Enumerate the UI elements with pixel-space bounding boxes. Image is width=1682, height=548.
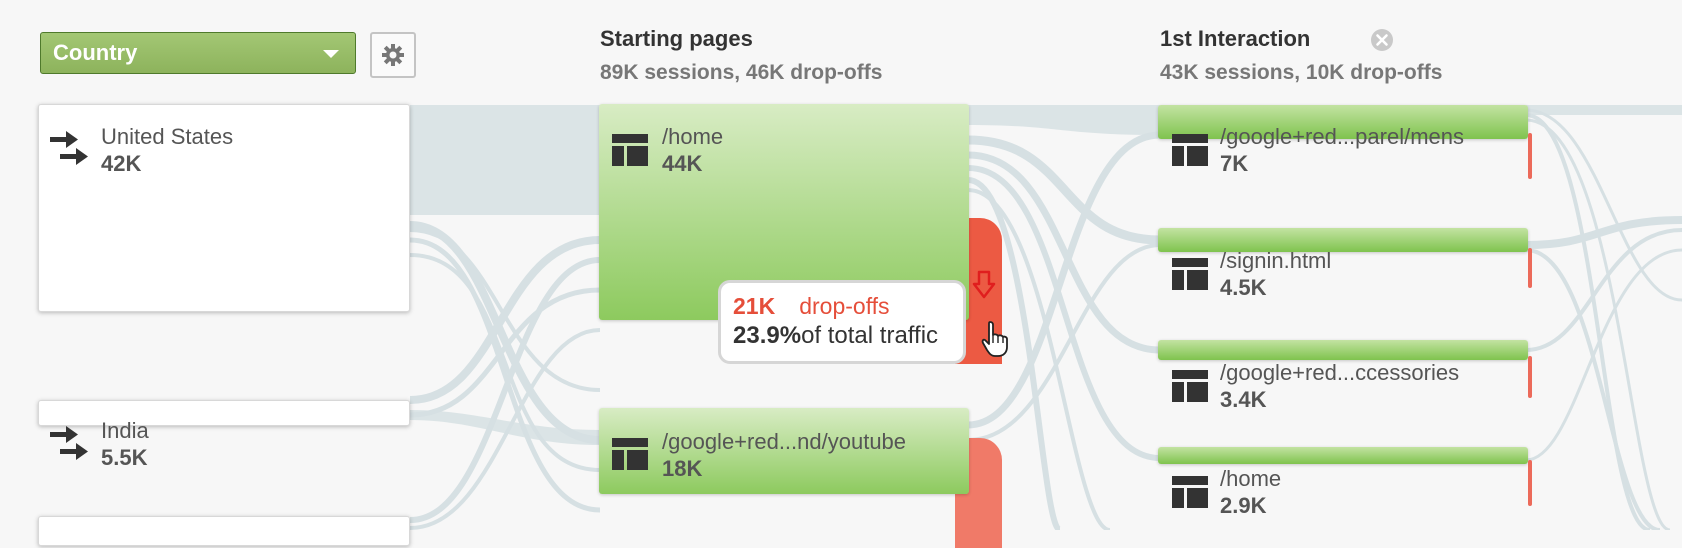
dropoff-tooltip: 21K drop-offs 23.9%of total traffic <box>718 280 966 364</box>
country-node-india[interactable] <box>38 400 410 426</box>
page-layout-icon <box>612 134 648 166</box>
column-title: Starting pages <box>600 26 753 51</box>
double-arrow-icon <box>50 426 88 460</box>
page-sessions: 2.9K <box>1220 493 1267 518</box>
settings-button[interactable] <box>370 32 416 78</box>
column-title: 1st Interaction <box>1160 26 1311 51</box>
page-path: /google+red...nd/youtube <box>662 429 907 454</box>
country-node-label: India 5.5K <box>101 418 149 472</box>
page-layout-icon <box>612 438 648 470</box>
page-node-label: /home 44K <box>662 124 723 178</box>
page-path: /home <box>1220 466 1282 491</box>
gear-icon <box>382 44 404 66</box>
page-node-label: /signin.html 4.5K <box>1220 248 1331 302</box>
country-name: India <box>101 418 149 443</box>
chevron-down-icon <box>323 50 339 58</box>
page-sessions: 44K <box>662 151 703 176</box>
double-arrow-icon <box>50 131 88 165</box>
flow-band <box>410 105 600 215</box>
dropoff-bar[interactable] <box>1528 356 1532 398</box>
page-path: /google+red...parel/mens <box>1220 124 1464 149</box>
page-sessions: 7K <box>1220 151 1249 176</box>
hand-cursor-icon <box>981 321 1008 357</box>
tooltip-dropoff-label: drop-offs <box>799 293 890 319</box>
page-layout-icon <box>1172 370 1208 402</box>
country-sessions: 42K <box>101 151 142 176</box>
country-node-label: United States 42K <box>101 124 233 178</box>
country-name: United States <box>101 124 234 149</box>
column-summary: 89K sessions, 46K drop-offs <box>600 61 883 84</box>
interaction-node-accessories[interactable] <box>1158 340 1528 360</box>
page-node-label: /google+red...ccessories 3.4K <box>1220 360 1459 414</box>
interaction-node-signin[interactable] <box>1158 228 1528 252</box>
page-path: /home <box>662 124 724 149</box>
flow-band <box>968 105 1160 135</box>
page-layout-icon <box>1172 134 1208 166</box>
interaction-node-home[interactable] <box>1158 447 1528 464</box>
column-header-first-interaction: 1st Interaction 43K sessions, 10K drop-o… <box>1160 26 1442 85</box>
tooltip-percent-row: 23.9%of total traffic <box>733 322 963 350</box>
page-node-label: /home 2.9K <box>1220 466 1281 520</box>
page-path: /signin.html <box>1220 248 1332 273</box>
country-node[interactable] <box>38 516 410 546</box>
column-summary: 43K sessions, 10K drop-offs <box>1160 61 1443 84</box>
close-circle-icon[interactable] <box>1370 28 1394 52</box>
country-sessions: 5.5K <box>101 445 148 470</box>
tooltip-dropoff-row: 21K drop-offs <box>733 293 963 320</box>
page-sessions: 18K <box>662 456 703 481</box>
flow-band <box>1526 105 1682 115</box>
column-header-starting-pages: Starting pages 89K sessions, 46K drop-of… <box>600 26 882 85</box>
arrow-down-icon <box>972 270 996 299</box>
page-layout-icon <box>1172 476 1208 508</box>
flow-line <box>1525 108 1682 302</box>
page-sessions: 4.5K <box>1220 275 1267 300</box>
page-node-label: /google+red...parel/mens 7K <box>1220 124 1464 178</box>
flow-line <box>1525 113 1651 530</box>
flow-line <box>409 237 601 513</box>
dropoff-bar[interactable] <box>1528 133 1532 179</box>
page-node-label: /google+red...nd/youtube 18K <box>662 429 906 483</box>
dropoff-bar[interactable] <box>1528 460 1532 506</box>
page-layout-icon <box>1172 258 1208 290</box>
tooltip-percent-label: of total traffic <box>801 322 939 349</box>
tooltip-percent: 23.9% <box>733 322 802 349</box>
dimension-dropdown[interactable]: Country <box>40 32 356 74</box>
page-sessions: 3.4K <box>1220 387 1267 412</box>
tooltip-dropoff-count: 21K <box>733 293 776 319</box>
page-path: /google+red...ccessories <box>1220 360 1460 385</box>
dimension-dropdown-label: Country <box>53 40 138 65</box>
dropoff-bar[interactable] <box>1528 248 1532 288</box>
